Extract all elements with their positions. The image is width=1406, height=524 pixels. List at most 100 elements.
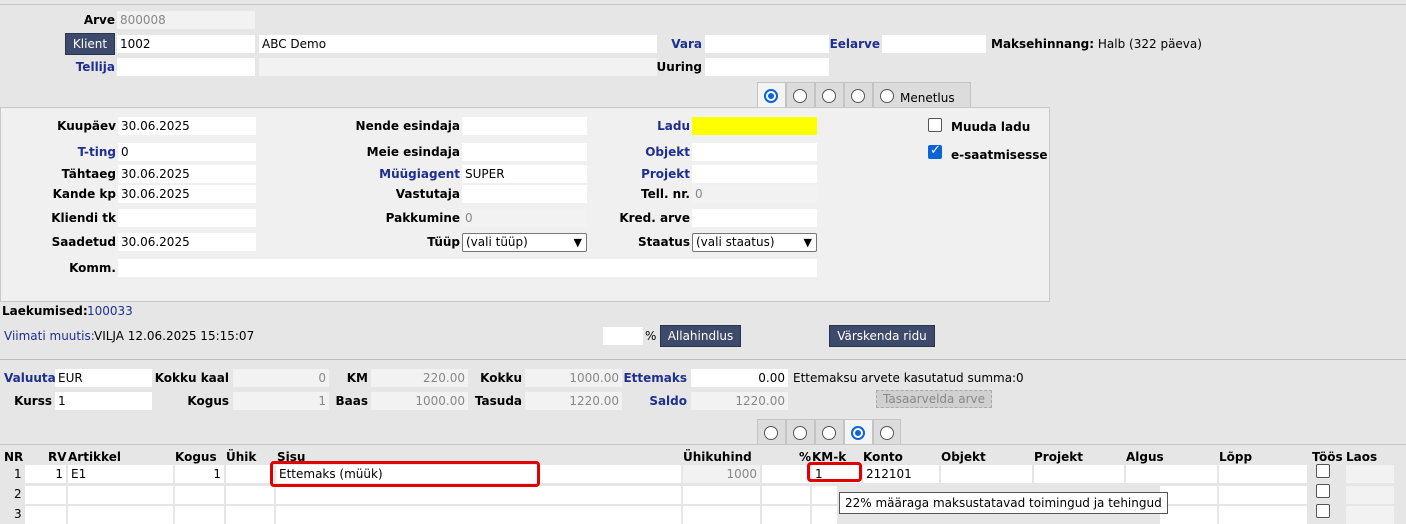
tab-4-radio[interactable]	[851, 89, 865, 103]
komm-field[interactable]	[118, 259, 817, 277]
myygiagent-link[interactable]: Müügiagent	[330, 165, 460, 183]
muuda-ladu-checkbox[interactable]	[928, 118, 942, 132]
tting-link[interactable]: T-ting	[20, 143, 116, 161]
artikkel-cell[interactable]: E1	[68, 465, 173, 483]
yhikuhind-cell[interactable]: 1000	[683, 465, 760, 483]
tab-2[interactable]	[786, 82, 815, 108]
saadetud-field[interactable]: 30.06.2025	[118, 233, 256, 251]
meie-esindaja-field[interactable]	[462, 143, 587, 161]
lopp-cell[interactable]	[1219, 506, 1307, 524]
tellija-field[interactable]	[117, 58, 255, 76]
kandekp-field[interactable]: 30.06.2025	[118, 185, 256, 203]
toos-checkbox[interactable]	[1316, 504, 1330, 518]
staatus-select[interactable]: (vali staatus) ▼	[692, 233, 817, 252]
tahtaeg-field[interactable]: 30.06.2025	[118, 165, 256, 183]
ladu-field[interactable]	[692, 117, 817, 135]
tab-3[interactable]	[815, 82, 844, 108]
tasaarvelda-button[interactable]: Tasaarvelda arve	[876, 390, 992, 408]
tyyp-select[interactable]: (vali tüüp) ▼	[462, 233, 587, 252]
tellija-link[interactable]: Tellija	[60, 58, 115, 76]
tab-2-radio[interactable]	[793, 89, 807, 103]
algus-cell[interactable]	[1126, 465, 1217, 483]
grid-tab-2-radio[interactable]	[793, 426, 807, 440]
laekumised-link[interactable]: 100033	[87, 304, 133, 318]
klienditk-field[interactable]	[118, 209, 256, 227]
grid-tab-3[interactable]	[815, 419, 844, 445]
artikkel-cell[interactable]	[68, 486, 173, 504]
uuring-field[interactable]	[705, 58, 829, 76]
varskenda-ridu-button[interactable]: Värskenda ridu	[829, 325, 935, 347]
tab-4[interactable]	[844, 82, 873, 108]
projekt-link[interactable]: Projekt	[600, 165, 690, 183]
kuupaev-field[interactable]: 30.06.2025	[118, 117, 256, 135]
grid-tab-5[interactable]	[873, 419, 901, 445]
tab-3-radio[interactable]	[822, 89, 836, 103]
percent-cell[interactable]	[762, 506, 810, 524]
klient-code-field[interactable]: 1002	[117, 35, 255, 53]
algus-cell[interactable]	[1160, 486, 1217, 504]
rv-cell[interactable]: 1	[25, 465, 66, 483]
ettemaks-link[interactable]: Ettemaks	[622, 369, 687, 387]
yhik-cell[interactable]	[226, 465, 274, 483]
yhik-cell[interactable]	[226, 506, 274, 524]
kogus-cell[interactable]: 1	[175, 465, 224, 483]
grid-tab-1-radio[interactable]	[764, 426, 778, 440]
kredarve-field[interactable]	[692, 209, 817, 227]
yhik-cell[interactable]	[226, 486, 274, 504]
toos-checkbox[interactable]	[1316, 464, 1330, 478]
konto-cell[interactable]: 212101	[863, 465, 939, 483]
vara-field[interactable]	[705, 35, 829, 53]
yhikuhind-cell[interactable]	[683, 486, 760, 504]
artikkel-cell[interactable]	[68, 506, 173, 524]
objekt-field[interactable]	[692, 143, 817, 161]
sisu-cell[interactable]	[276, 486, 681, 504]
toos-checkbox[interactable]	[1316, 484, 1330, 498]
ladu-link[interactable]: Ladu	[600, 117, 690, 135]
kogus-cell[interactable]	[175, 486, 224, 504]
grid-tab-2[interactable]	[786, 419, 815, 445]
valuuta-field[interactable]: EUR	[55, 369, 152, 387]
esaatmisesse-checkbox[interactable]	[928, 143, 942, 159]
saldo-link[interactable]: Saldo	[622, 392, 687, 410]
grid-tab-3-radio[interactable]	[822, 426, 836, 440]
klient-name-field[interactable]: ABC Demo	[259, 35, 657, 53]
grid-tab-4-radio[interactable]	[851, 426, 865, 440]
lopp-cell[interactable]	[1219, 486, 1307, 504]
grid-tab-4[interactable]	[844, 419, 873, 445]
vastutaja-field[interactable]	[462, 185, 587, 203]
tab-menetlus-radio[interactable]	[880, 89, 894, 103]
lopp-cell[interactable]	[1219, 465, 1307, 483]
tab-1-radio[interactable]	[764, 89, 778, 103]
objekt-cell[interactable]	[941, 465, 1032, 483]
valuuta-link[interactable]: Valuuta	[0, 369, 56, 387]
allahindlus-button[interactable]: Allahindlus	[660, 325, 741, 347]
tab-1[interactable]	[757, 82, 786, 108]
objekt-link[interactable]: Objekt	[600, 143, 690, 161]
grid-tab-1[interactable]	[757, 419, 786, 445]
projekt-field[interactable]	[692, 165, 817, 183]
kurss-field[interactable]: 1	[55, 392, 152, 410]
rv-cell[interactable]	[25, 486, 66, 504]
yhikuhind-cell[interactable]	[683, 506, 760, 524]
kmk-cell[interactable]	[812, 486, 837, 504]
rv-cell[interactable]	[25, 506, 66, 524]
algus-cell[interactable]	[1160, 506, 1217, 524]
kogus-cell[interactable]	[175, 506, 224, 524]
eelarve-link[interactable]: Eelarve	[820, 35, 880, 53]
percent-cell[interactable]	[762, 486, 810, 504]
sisu-cell[interactable]	[276, 506, 681, 524]
discount-percent-field[interactable]	[603, 327, 643, 345]
klient-button[interactable]: Klient	[65, 33, 115, 55]
myygiagent-field[interactable]: SUPER	[462, 165, 587, 183]
arve-number-field[interactable]: 800008	[117, 11, 255, 29]
tab-menetlus[interactable]: Menetlus	[873, 82, 971, 108]
nende-esindaja-field[interactable]	[462, 117, 587, 135]
percent-cell[interactable]	[762, 465, 810, 483]
projekt-cell[interactable]	[1034, 465, 1124, 483]
eelarve-field[interactable]	[882, 35, 986, 53]
tting-field[interactable]: 0	[118, 143, 256, 161]
ettemaks-field[interactable]: 0.00	[691, 369, 788, 387]
vara-link[interactable]: Vara	[640, 35, 702, 53]
grid-tab-5-radio[interactable]	[880, 426, 894, 440]
kmk-cell[interactable]	[812, 506, 837, 524]
